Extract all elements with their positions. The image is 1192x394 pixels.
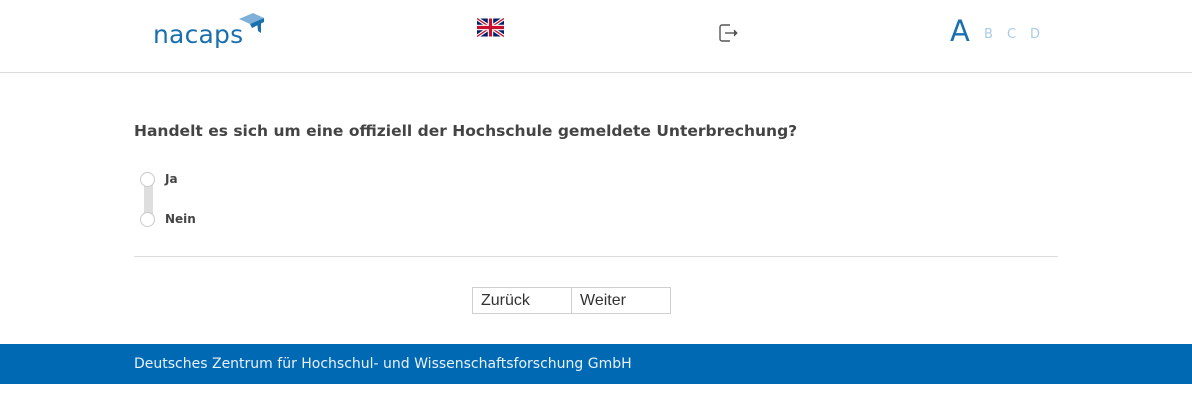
navigation-buttons: Zurück Weiter [472, 287, 671, 314]
back-button[interactable]: Zurück [473, 288, 571, 313]
footer: Deutsches Zentrum für Hochschul- und Wis… [0, 344, 1192, 384]
divider [134, 256, 1058, 257]
next-button[interactable]: Weiter [571, 288, 670, 313]
question-text: Handelt es sich um eine offiziell der Ho… [134, 122, 798, 140]
footer-text: Deutsches Zentrum für Hochschul- und Wis… [134, 356, 632, 372]
uk-flag-icon[interactable] [476, 17, 505, 38]
font-size-b[interactable]: B [984, 27, 993, 42]
header: nacaps A B C D [0, 0, 1192, 73]
radio-button-nein[interactable] [140, 212, 155, 227]
option-label-nein: Nein [165, 212, 196, 226]
font-size-c[interactable]: C [1007, 27, 1016, 42]
font-size-d[interactable]: D [1030, 27, 1040, 42]
option-ja[interactable]: Ja [140, 172, 220, 190]
nacaps-logo[interactable]: nacaps [153, 10, 273, 50]
radio-button-ja[interactable] [140, 172, 155, 187]
option-nein[interactable]: Nein [140, 212, 220, 230]
option-label-ja: Ja [165, 172, 178, 186]
exit-icon[interactable] [717, 22, 739, 44]
logo-text: nacaps [153, 20, 244, 49]
graduation-cap-icon [239, 13, 264, 33]
font-size-a[interactable]: A [950, 14, 970, 48]
